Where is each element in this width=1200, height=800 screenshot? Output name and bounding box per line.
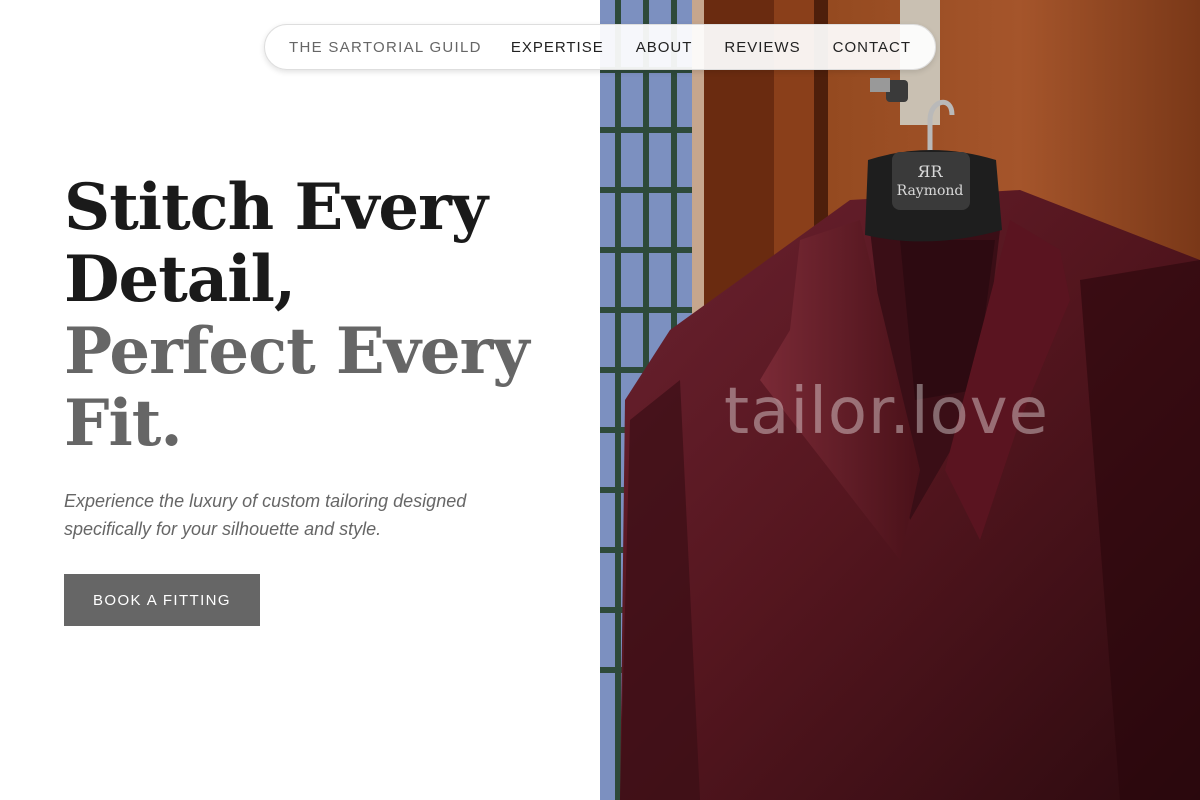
book-fitting-button[interactable]: BOOK A FITTING xyxy=(64,574,260,626)
nav-expertise-link[interactable]: EXPERTISE xyxy=(511,39,604,56)
hero-image: ЯR Raymond tailor.love xyxy=(600,0,1200,800)
nav-links: EXPERTISE ABOUT REVIEWS CONTACT xyxy=(511,39,911,56)
hanger-logo: Raymond xyxy=(897,183,964,199)
headline-line-1: Stitch Every xyxy=(64,170,488,245)
nav-about-link[interactable]: ABOUT xyxy=(636,39,693,56)
headline-line-4: Fit. xyxy=(64,386,183,461)
nav-reviews-link[interactable]: REVIEWS xyxy=(724,39,800,56)
svg-text:ЯR: ЯR xyxy=(918,162,944,181)
page: Stitch Every Detail, Perfect Every Fit. … xyxy=(0,0,1200,800)
hero-headline: Stitch Every Detail, Perfect Every Fit. xyxy=(64,172,584,460)
headline-line-3: Perfect Every xyxy=(64,314,530,389)
top-nav: THE SARTORIAL GUILD EXPERTISE ABOUT REVI… xyxy=(264,24,936,70)
brand-logo[interactable]: THE SARTORIAL GUILD xyxy=(289,39,482,56)
nav-contact-link[interactable]: CONTACT xyxy=(833,39,911,56)
headline-line-2: Detail, xyxy=(64,242,296,317)
hero-text-section: Stitch Every Detail, Perfect Every Fit. … xyxy=(0,0,600,800)
watermark: tailor.love xyxy=(724,375,1049,449)
hero-subtext: Experience the luxury of custom tailorin… xyxy=(64,491,467,539)
hanger: ЯR Raymond xyxy=(865,150,1002,242)
